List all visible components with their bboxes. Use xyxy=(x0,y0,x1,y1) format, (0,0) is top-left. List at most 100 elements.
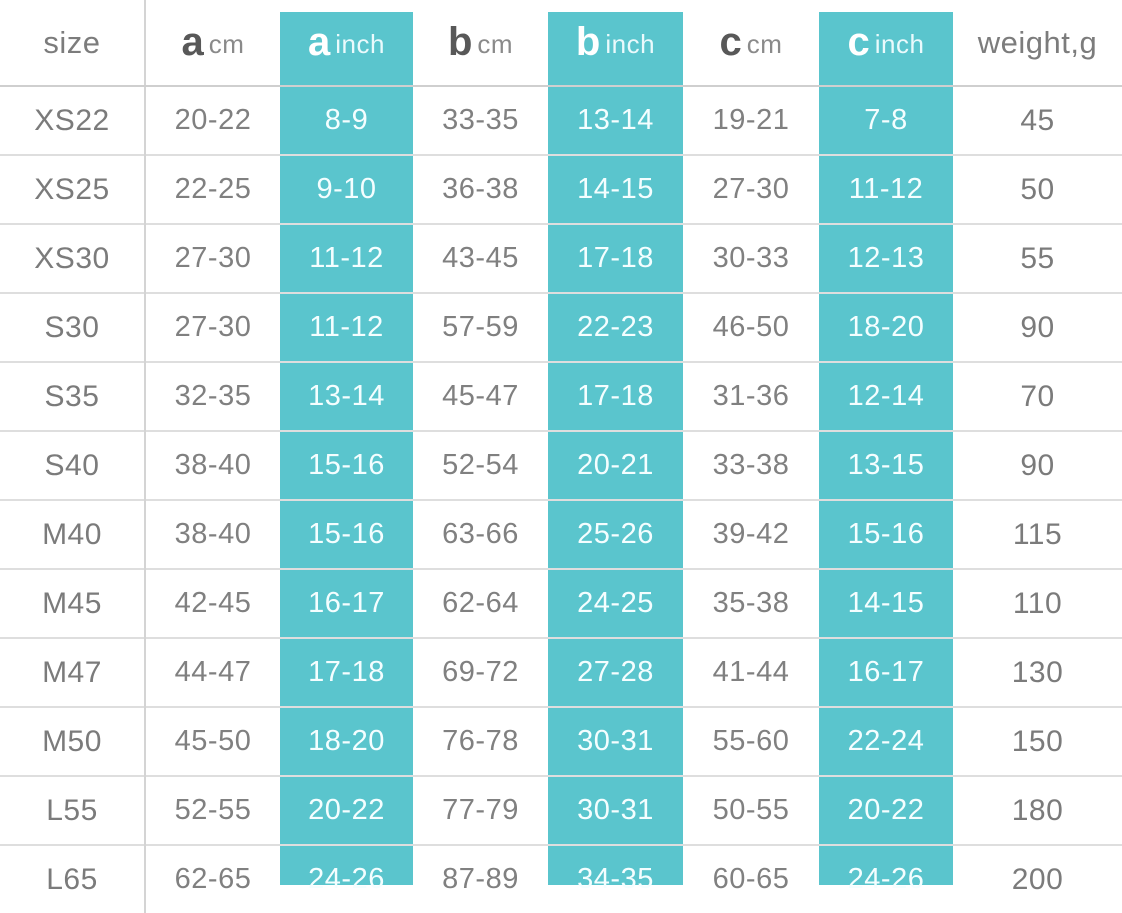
cell-b-cm: 63-66 xyxy=(442,518,519,550)
table-row: S40 38-40 15-16 52-54 20-21 33-38 13-15 90 xyxy=(0,431,1122,500)
cell-size: S40 xyxy=(0,431,146,500)
cell-b-cm: 33-35 xyxy=(442,104,519,136)
table-row: M47 44-47 17-18 69-72 27-28 41-44 16-17 130 xyxy=(0,638,1122,707)
cell-c-cm: 55-60 xyxy=(712,725,790,757)
cell-b-inch: 25-26 xyxy=(577,518,654,550)
cell-a-inch: 11-12 xyxy=(309,311,384,343)
cell-c-inch: 16-17 xyxy=(847,656,925,688)
cell-c-inch: 20-22 xyxy=(847,794,925,826)
cell-a-cm: 32-35 xyxy=(174,380,252,412)
cell-a-cm: 27-30 xyxy=(174,311,252,343)
cell-a-inch: 15-16 xyxy=(308,449,385,481)
table-row: S30 27-30 11-12 57-59 22-23 46-50 18-20 90 xyxy=(0,293,1122,362)
header-letter-a: a xyxy=(308,20,331,64)
table-body: XS22 20-22 8-9 33-35 13-14 19-21 7-8 45 XS25 22-2… xyxy=(0,86,1122,913)
table-row: M50 45-50 18-20 76-78 30-31 55-60 22-24 150 xyxy=(0,707,1122,776)
column-header-weight: weight,g xyxy=(953,0,1122,87)
cell-c-cm: 31-36 xyxy=(712,380,790,412)
column-header-c-cm: c cm xyxy=(683,0,819,87)
cell-c-cm: 33-38 xyxy=(712,449,790,481)
cell-weight: 90 xyxy=(1020,310,1055,344)
cell-b-cm: 36-38 xyxy=(442,173,519,205)
cell-weight: 180 xyxy=(1011,793,1064,827)
cell-a-cm: 45-50 xyxy=(174,725,252,757)
table-header: size a cm a inch b cm b inch c cm c inch… xyxy=(0,0,1122,87)
header-letter-b: b xyxy=(575,20,601,64)
table-row: XS25 22-25 9-10 36-38 14-15 27-30 11-12 50 xyxy=(0,155,1122,224)
table-row: M45 42-45 16-17 62-64 24-25 35-38 14-15 110 xyxy=(0,569,1122,638)
header-letter-c: c xyxy=(719,20,742,64)
cell-weight: 115 xyxy=(1012,517,1063,551)
cell-c-inch: 24-26 xyxy=(847,863,925,895)
size-chart: size a cm a inch b cm b inch c cm c inch… xyxy=(0,0,1122,913)
table-row: XS22 20-22 8-9 33-35 13-14 19-21 7-8 45 xyxy=(0,86,1122,155)
table-row: L55 52-55 20-22 77-79 30-31 50-55 20-22 180 xyxy=(0,776,1122,845)
cell-a-inch: 18-20 xyxy=(308,725,385,757)
cell-a-cm: 52-55 xyxy=(174,794,252,826)
cell-c-cm: 35-38 xyxy=(712,587,790,619)
cell-a-inch: 16-17 xyxy=(308,587,385,619)
table-row: M40 38-40 15-16 63-66 25-26 39-42 15-16 115 xyxy=(0,500,1122,569)
cell-a-cm: 38-40 xyxy=(174,518,252,550)
cell-b-inch: 30-31 xyxy=(577,794,654,826)
cell-weight: 70 xyxy=(1020,379,1055,413)
cell-weight: 110 xyxy=(1012,586,1063,620)
cell-b-inch: 17-18 xyxy=(577,242,654,274)
cell-size: S35 xyxy=(0,362,146,431)
cell-c-cm: 41-44 xyxy=(712,656,790,688)
cell-b-cm: 57-59 xyxy=(442,311,519,343)
cell-c-inch: 12-13 xyxy=(847,242,925,274)
column-header-b-cm: b cm xyxy=(413,0,548,87)
cell-a-inch: 24-26 xyxy=(308,863,385,895)
cell-a-cm: 44-47 xyxy=(174,656,252,688)
cell-a-cm: 38-40 xyxy=(174,449,252,481)
cell-b-inch: 14-15 xyxy=(577,173,654,205)
cell-c-inch: 11-12 xyxy=(848,173,924,205)
cell-size: L55 xyxy=(0,776,146,845)
cell-b-inch: 13-14 xyxy=(577,104,654,136)
cell-size: S30 xyxy=(0,293,146,362)
cell-a-cm: 42-45 xyxy=(174,587,252,619)
cell-b-cm: 62-64 xyxy=(442,587,519,619)
cell-a-inch: 15-16 xyxy=(308,518,385,550)
cell-b-cm: 87-89 xyxy=(442,863,519,895)
cell-a-inch: 8-9 xyxy=(324,104,369,136)
cell-b-cm: 77-79 xyxy=(442,794,519,826)
cell-c-inch: 14-15 xyxy=(847,587,925,619)
cell-c-inch: 15-16 xyxy=(847,518,925,550)
column-header-size: size xyxy=(0,0,146,87)
column-header-a-inch: a inch xyxy=(280,0,413,87)
cell-c-cm: 46-50 xyxy=(712,311,790,343)
cell-b-inch: 27-28 xyxy=(577,656,654,688)
column-header-c-inch: c inch xyxy=(819,0,953,87)
size-chart-table: size a cm a inch b cm b inch c cm c inch… xyxy=(0,0,1122,913)
cell-c-cm: 60-65 xyxy=(712,863,790,895)
table-row: XS30 27-30 11-12 43-45 17-18 30-33 12-13 55 xyxy=(0,224,1122,293)
cell-size: XS25 xyxy=(0,155,146,224)
cell-b-cm: 69-72 xyxy=(442,656,519,688)
cell-c-cm: 39-42 xyxy=(712,518,790,550)
cell-weight: 90 xyxy=(1020,448,1055,482)
cell-b-inch: 34-35 xyxy=(577,863,654,895)
cell-c-cm: 27-30 xyxy=(712,173,790,205)
header-row: size a cm a inch b cm b inch c cm c inch… xyxy=(0,0,1122,87)
cell-b-inch: 17-18 xyxy=(577,380,654,412)
header-letter-b: b xyxy=(447,20,473,64)
cell-c-inch: 18-20 xyxy=(847,311,925,343)
cell-size: L65 xyxy=(0,845,146,913)
cell-weight: 45 xyxy=(1020,103,1055,137)
cell-weight: 55 xyxy=(1020,241,1055,275)
cell-size: XS30 xyxy=(0,224,146,293)
cell-c-cm: 30-33 xyxy=(712,242,790,274)
cell-size: M47 xyxy=(0,638,146,707)
cell-a-inch: 9-10 xyxy=(316,173,377,205)
header-letter-a: a xyxy=(181,20,204,64)
cell-b-inch: 22-23 xyxy=(577,311,654,343)
table-row: S35 32-35 13-14 45-47 17-18 31-36 12-14 70 xyxy=(0,362,1122,431)
cell-a-cm: 62-65 xyxy=(174,863,252,895)
cell-c-cm: 50-55 xyxy=(712,794,790,826)
header-unit-inch: inch xyxy=(335,29,385,59)
cell-size: M40 xyxy=(0,500,146,569)
cell-a-inch: 11-12 xyxy=(309,242,384,274)
header-letter-c: c xyxy=(847,20,870,64)
